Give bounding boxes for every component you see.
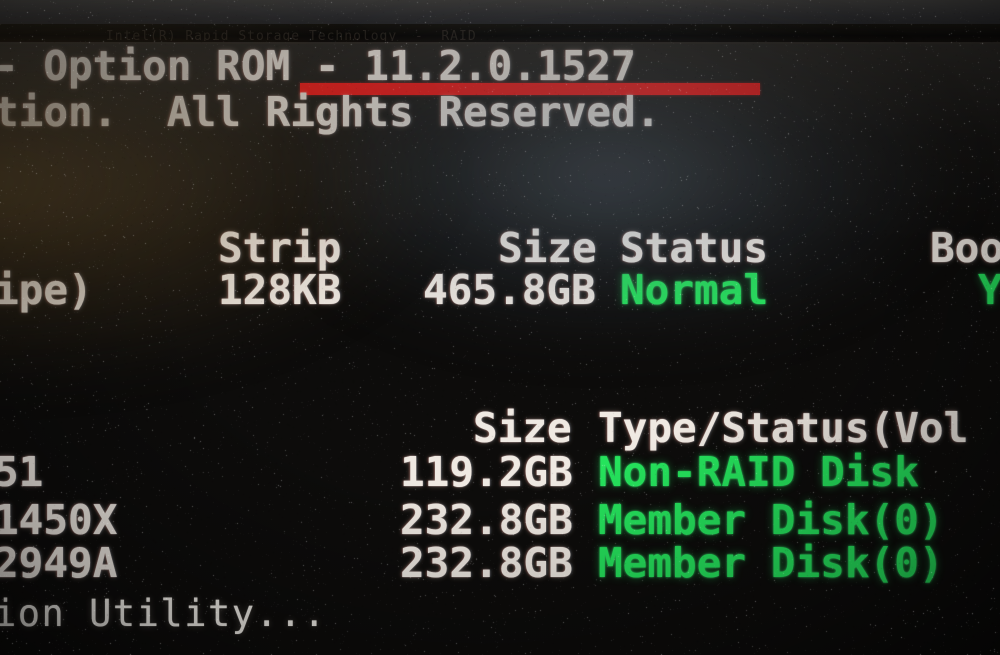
volume-row-status: Normal xyxy=(620,268,768,312)
disk-row-serial: 1450X xyxy=(0,498,117,542)
volume-row-name: ipe) xyxy=(0,268,93,312)
disk-row-size: 119.2GB xyxy=(400,450,573,494)
footer-status-line: ion Utility... xyxy=(0,594,327,634)
volume-row-bootable: Y xyxy=(978,268,1000,312)
disk-row-size: 232.8GB xyxy=(400,541,573,585)
disk-row-type-status: Member Disk(0) xyxy=(598,498,944,542)
volume-row-strip: 128KB xyxy=(218,268,341,312)
disk-row-serial: 51 xyxy=(0,450,43,494)
bios-screen: Intel(R) Rapid Storage Technology - RAID… xyxy=(0,0,1000,655)
disk-row-type-status: Non-RAID Disk xyxy=(598,450,919,494)
volumes-header-strip: Strip xyxy=(218,226,341,270)
monitor-bezel-upper xyxy=(0,0,1000,26)
disk-row-serial: 2949A xyxy=(0,541,117,585)
volumes-header-bootable: Boo xyxy=(930,226,1000,270)
volume-row-size: 465.8GB xyxy=(423,268,596,312)
monitor-bezel-shadow-band xyxy=(0,24,1000,44)
disks-header-size: Size xyxy=(473,406,572,450)
copyright-line: tion. All Rights Reserved. xyxy=(0,90,660,134)
disks-header-type-status: Type/Status(Vol xyxy=(598,406,968,450)
volumes-header-size: Size xyxy=(498,226,597,270)
disk-row-type-status: Member Disk(0) xyxy=(598,541,944,585)
volumes-header-status: Status xyxy=(620,226,768,270)
option-rom-title-line: - Option ROM - 11.2.0.1527 xyxy=(0,44,636,88)
disk-row-size: 232.8GB xyxy=(400,498,573,542)
